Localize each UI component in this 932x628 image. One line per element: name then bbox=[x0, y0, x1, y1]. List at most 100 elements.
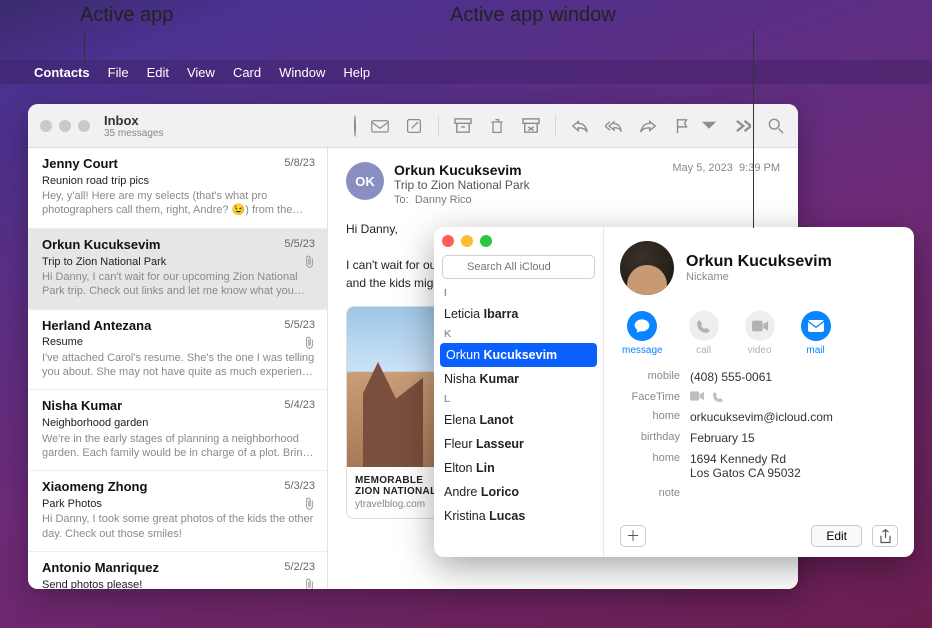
mobile-value: (408) 555-0061 bbox=[690, 370, 898, 384]
message-item[interactable]: Antonio Manriquez5/2/23Send photos pleas… bbox=[28, 552, 327, 589]
menu-file[interactable]: File bbox=[108, 65, 129, 80]
share-button[interactable] bbox=[872, 525, 898, 547]
msg-sender: Xiaomeng Zhong bbox=[42, 479, 147, 496]
message-item[interactable]: Orkun Kucuksevim 5/5/23Trip to Zion Natio… bbox=[28, 229, 327, 310]
mailbox-title: Inbox 35 messages bbox=[104, 113, 354, 139]
mailbox-name: Inbox bbox=[104, 113, 354, 128]
junk-icon[interactable] bbox=[517, 114, 545, 138]
field-label: home bbox=[620, 452, 680, 480]
contacts-window: ILeticia IbarraKOrkun KucuksevimNisha Ku… bbox=[434, 227, 914, 557]
message-item[interactable]: Nisha Kumar5/4/23Neighborhood gardenWe'r… bbox=[28, 390, 327, 471]
call-button[interactable]: call bbox=[689, 311, 719, 356]
contact-item[interactable]: Kristina Lucas bbox=[434, 504, 603, 528]
flag-icon[interactable] bbox=[668, 114, 696, 138]
msg-subject: Trip to Zion National Park bbox=[42, 255, 315, 269]
fullscreen-button[interactable] bbox=[78, 120, 90, 132]
contact-item[interactable]: Elena Lanot bbox=[434, 408, 603, 432]
msg-date: 5/5/23 bbox=[284, 237, 315, 254]
msg-date: 5/8/23 bbox=[284, 156, 315, 173]
toolbar-separator bbox=[555, 116, 556, 136]
msg-sender: Orkun Kucuksevim bbox=[42, 237, 161, 254]
search-input[interactable] bbox=[442, 255, 595, 279]
msg-date: 5/2/23 bbox=[284, 560, 315, 577]
close-button[interactable] bbox=[40, 120, 52, 132]
message-item[interactable]: Xiaomeng Zhong5/3/23Park PhotosHi Danny,… bbox=[28, 471, 327, 552]
overflow-icon[interactable] bbox=[728, 114, 756, 138]
callout-active-app: Active app bbox=[80, 4, 173, 27]
msg-sender: Jenny Court bbox=[42, 156, 118, 173]
section-header: K bbox=[434, 326, 603, 343]
reply-icon[interactable] bbox=[566, 114, 594, 138]
toolbar-separator bbox=[438, 116, 439, 136]
contacts-list[interactable]: ILeticia IbarraKOrkun KucuksevimNisha Ku… bbox=[434, 285, 603, 557]
msg-preview: I've attached Carol's resume. She's the … bbox=[42, 351, 315, 380]
birthday-value: February 15 bbox=[690, 431, 898, 445]
contact-item[interactable]: Nisha Kumar bbox=[434, 367, 603, 391]
action-label: mail bbox=[806, 345, 824, 356]
menu-card[interactable]: Card bbox=[233, 65, 261, 80]
facetime-icons[interactable] bbox=[690, 391, 898, 403]
view-date: May 5, 2023 bbox=[672, 162, 733, 174]
address-line-2: Los Gatos CA 95032 bbox=[690, 466, 898, 480]
contact-item[interactable]: Orkun Kucuksevim bbox=[440, 343, 597, 367]
contact-nickname: Nickame bbox=[686, 271, 832, 283]
contact-name: Orkun Kucuksevim bbox=[686, 253, 832, 271]
view-time: 9:39 PM bbox=[739, 162, 780, 174]
msg-preview: We're in the early stages of planning a … bbox=[42, 432, 315, 461]
menu-edit[interactable]: Edit bbox=[147, 65, 169, 80]
contacts-search[interactable] bbox=[442, 255, 595, 279]
address-line-1: 1694 Kennedy Rd bbox=[690, 452, 898, 466]
traffic-lights bbox=[442, 235, 595, 247]
search-icon[interactable] bbox=[762, 114, 790, 138]
reply-all-icon[interactable] bbox=[600, 114, 628, 138]
contact-item[interactable]: Andre Lorico bbox=[434, 480, 603, 504]
field-label: mobile bbox=[620, 370, 680, 384]
message-item[interactable]: Jenny Court 5/8/23Reunion road trip picsH… bbox=[28, 148, 327, 229]
menu-window[interactable]: Window bbox=[279, 65, 325, 80]
edit-button[interactable]: Edit bbox=[811, 525, 862, 547]
msg-subject: Neighborhood garden bbox=[42, 416, 315, 430]
msg-sender: Herland Antezana bbox=[42, 318, 151, 335]
mail-toolbar: Inbox 35 messages bbox=[28, 104, 798, 148]
archive-icon[interactable] bbox=[449, 114, 477, 138]
menu-view[interactable]: View bbox=[187, 65, 215, 80]
message-button[interactable]: message bbox=[622, 311, 663, 356]
compose-icon[interactable] bbox=[400, 114, 428, 138]
new-message-icon[interactable] bbox=[366, 114, 394, 138]
card-title-1: MEMORABLE bbox=[355, 475, 423, 486]
flag-dropdown-icon[interactable] bbox=[702, 114, 716, 138]
minimize-button[interactable] bbox=[461, 235, 473, 247]
sender-avatar: OK bbox=[346, 162, 384, 200]
action-label: call bbox=[696, 345, 711, 356]
callout-active-window: Active app window bbox=[450, 4, 616, 27]
contact-avatar bbox=[620, 241, 674, 295]
contact-item[interactable]: Leticia Ibarra bbox=[434, 302, 603, 326]
traffic-lights bbox=[40, 120, 90, 132]
msg-subject: Reunion road trip pics bbox=[42, 174, 315, 188]
msg-preview: Hi Danny, I can't wait for our upcoming … bbox=[42, 270, 315, 299]
close-button[interactable] bbox=[442, 235, 454, 247]
attachment-icon bbox=[304, 336, 315, 353]
email-value: orkucuksevim@icloud.com bbox=[690, 410, 898, 424]
msg-date: 5/3/23 bbox=[284, 479, 315, 496]
menu-help[interactable]: Help bbox=[343, 65, 370, 80]
msg-preview: Hey, y'all! Here are my selects (that's … bbox=[42, 189, 315, 218]
contact-item[interactable]: Elton Lin bbox=[434, 456, 603, 480]
add-field-button[interactable]: ＋ bbox=[620, 525, 646, 547]
msg-sender: Antonio Manriquez bbox=[42, 560, 159, 577]
msg-date: 5/5/23 bbox=[284, 318, 315, 335]
callout-line bbox=[84, 30, 85, 64]
contact-item[interactable]: Fleur Lasseur bbox=[434, 432, 603, 456]
forward-icon[interactable] bbox=[634, 114, 662, 138]
menu-app-name[interactable]: Contacts bbox=[34, 65, 90, 80]
attachment-icon bbox=[304, 255, 315, 272]
fullscreen-button[interactable] bbox=[480, 235, 492, 247]
mail-button[interactable]: mail bbox=[801, 311, 831, 356]
section-header: L bbox=[434, 391, 603, 408]
minimize-button[interactable] bbox=[59, 120, 71, 132]
filter-button[interactable] bbox=[354, 115, 356, 137]
message-list[interactable]: Jenny Court5/8/23Reunion road trip picsH… bbox=[28, 148, 328, 589]
video-button[interactable]: video bbox=[745, 311, 775, 356]
message-item[interactable]: Herland Antezana5/5/23ResumeI've attache… bbox=[28, 310, 327, 391]
trash-icon[interactable] bbox=[483, 114, 511, 138]
